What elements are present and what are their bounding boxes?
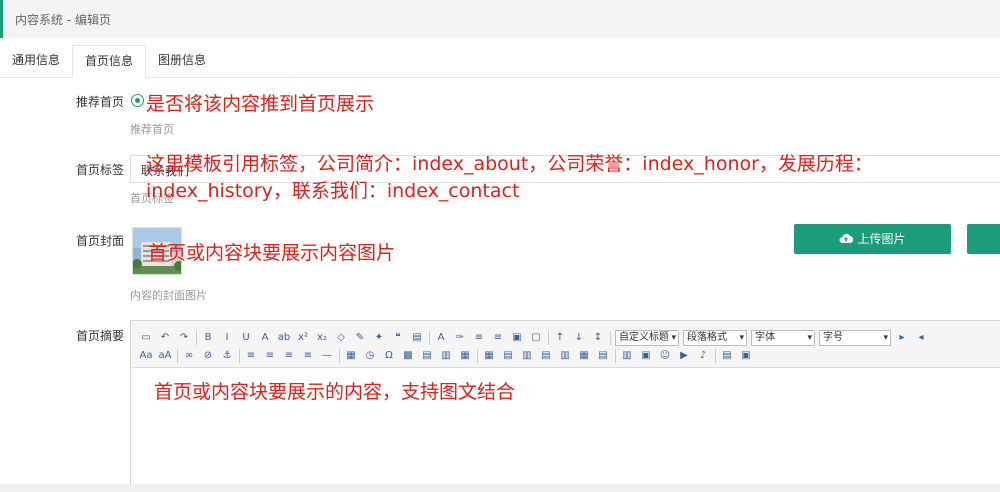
bold-icon[interactable]: B [201,331,215,345]
toolbar-separator [177,349,178,363]
highlight-icon[interactable]: ✑ [453,331,467,345]
upload-image-label: 上传图片 [857,232,906,246]
attachment-icon[interactable]: ♪ [696,349,710,363]
annotation-cover: 首页或内容块要展示内容图片 [148,242,396,264]
redo-icon[interactable]: ↷ [177,331,191,345]
music-icon[interactable]: ▶ [677,349,691,363]
tab-bar: 通用信息 首页信息 图册信息 [0,45,1000,78]
bottom-bar [0,484,1000,492]
hr-icon[interactable]: — [320,349,334,363]
map-icon[interactable]: ▩ [401,349,415,363]
annotation-tag-line1: 这里模板引用标签，公司简介：index_about，公司荣誉：index_hon… [146,153,873,175]
custom_heading-select[interactable]: 自定义标题 [615,330,679,346]
summary-label: 首页摘要 [76,329,125,343]
insert-col-icon[interactable]: ▥ [520,349,534,363]
annotation-editor: 首页或内容块要展示的内容，支持图文结合 [154,381,516,403]
toolbar-separator [339,349,340,363]
align-justify-icon[interactable]: ≡ [301,349,315,363]
toolbar-row-1: ▭↶↷BIUAabx²x₂◇✎✦❝▤A✑≡≡▣▢↑↓↕自定义标题段落格式字体字号… [139,329,933,347]
insert-row-icon[interactable]: ▤ [501,349,515,363]
date-icon[interactable]: ▦ [344,349,358,363]
special-char-icon[interactable]: Ω [382,349,396,363]
cloud-upload-icon [839,224,854,254]
toolbar-separator [615,349,616,363]
search-replace-icon[interactable]: ▣ [739,349,753,363]
select-all-icon[interactable]: ▣ [510,331,524,345]
top-bar: 内容系统 - 编辑页 [0,0,1000,38]
paste-plain-icon[interactable]: ▤ [410,331,424,345]
superscript-icon[interactable]: x² [296,331,310,345]
toolbar-separator [239,349,240,363]
subscript-icon[interactable]: x₂ [315,331,329,345]
tab-general-info[interactable]: 通用信息 [0,45,72,76]
editor-toolbar: ▭↶↷BIUAabx²x₂◇✎✦❝▤A✑≡≡▣▢↑↓↕自定义标题段落格式字体字号… [131,321,1000,368]
annotation-tag-line2: index_history，联系我们：index_contact [146,180,520,202]
toolbar-separator [477,349,478,363]
lowercase-icon[interactable]: aA [158,349,172,363]
annotation-recommend: 是否将该内容推到首页展示 [146,93,375,115]
ordered-list-icon[interactable]: ≡ [472,331,486,345]
time-icon[interactable]: ◷ [363,349,377,363]
cover-hint: 内容的封面图片 [130,289,207,302]
uppercase-icon[interactable]: Aa [139,349,153,363]
undo-icon[interactable]: ↶ [158,331,172,345]
strikethrough-icon[interactable]: ab [277,331,291,345]
delete-row-icon[interactable]: ▤ [539,349,553,363]
template-icon[interactable]: ▦ [458,349,472,363]
breadcrumb: 内容系统 - 编辑页 [15,13,111,27]
link-icon[interactable]: ∞ [182,349,196,363]
upload-image-button[interactable]: 上传图片 [794,224,951,254]
toolbar-separator [196,331,197,345]
split-cells-icon[interactable]: ▤ [596,349,610,363]
paragraph-select[interactable]: 段落格式 [683,330,747,346]
insert-frame-icon[interactable]: ▤ [420,349,434,363]
row-spacing-bottom-icon[interactable]: ↓ [572,331,586,345]
recommend-hint: 推荐首页 [130,123,174,136]
italic-icon[interactable]: I [220,331,234,345]
unlink-icon[interactable]: ⊘ [201,349,215,363]
rtl-icon[interactable]: ◂ [914,331,928,345]
unordered-list-icon[interactable]: ≡ [491,331,505,345]
font-border-icon[interactable]: A [258,331,272,345]
secondary-button[interactable] [967,224,1000,254]
recommend-label: 推荐首页 [76,95,125,109]
ltr-icon[interactable]: ▸ [895,331,909,345]
cover-label: 首页封面 [76,234,125,248]
delete-col-icon[interactable]: ▥ [558,349,572,363]
align-left-icon[interactable]: ≡ [244,349,258,363]
html-icon[interactable]: ▭ [139,331,153,345]
font-select[interactable]: 字体 [751,330,815,346]
rich-text-editor[interactable]: ▭↶↷BIUAabx²x₂◇✎✦❝▤A✑≡≡▣▢↑↓↕自定义标题段落格式字体字号… [130,320,1000,492]
eraser-icon[interactable]: ◇ [334,331,348,345]
align-center-icon[interactable]: ≡ [263,349,277,363]
table-icon[interactable]: ▦ [482,349,496,363]
format-brush-icon[interactable]: ✎ [353,331,367,345]
recommend-radio[interactable] [131,94,144,107]
underline-icon[interactable]: U [239,331,253,345]
auto-format-icon[interactable]: ✦ [372,331,386,345]
anchor-icon[interactable]: ⚓ [220,349,234,363]
tab-home-info[interactable]: 首页信息 [72,45,146,78]
page-break-icon[interactable]: ▥ [439,349,453,363]
size-select[interactable]: 字号 [819,330,891,346]
toolbar-separator [429,331,430,345]
merge-cells-icon[interactable]: ▦ [577,349,591,363]
quote-icon[interactable]: ❝ [391,331,405,345]
toolbar-row-2: Aa aA ∞ ⊘ ⚓ ≡ ≡ ≡ ≡ — ▦ ◷ Ω ▩ ▤ ▥ ▦ ▦ ▤ ▥ ▤ ▥ ▦ ▤ ▥ ▣ ☺ ▶ ♪ ▤ ▣ [139,347,758,365]
font-color-icon[interactable]: A [434,331,448,345]
align-right-icon[interactable]: ≡ [282,349,296,363]
row-spacing-top-icon[interactable]: ↑ [553,331,567,345]
toolbar-separator [715,349,716,363]
emotion-icon[interactable]: ▣ [639,349,653,363]
toolbar-separator [548,331,549,345]
toolbar-separator [610,331,611,345]
clear-doc-icon[interactable]: ▢ [529,331,543,345]
tab-album-info[interactable]: 图册信息 [146,45,218,76]
image-icon[interactable]: ▥ [620,349,634,363]
line-height-icon[interactable]: ↕ [591,331,605,345]
preview-icon[interactable]: ▤ [720,349,734,363]
tag-label: 首页标签 [76,163,125,177]
video-icon[interactable]: ☺ [658,349,672,363]
